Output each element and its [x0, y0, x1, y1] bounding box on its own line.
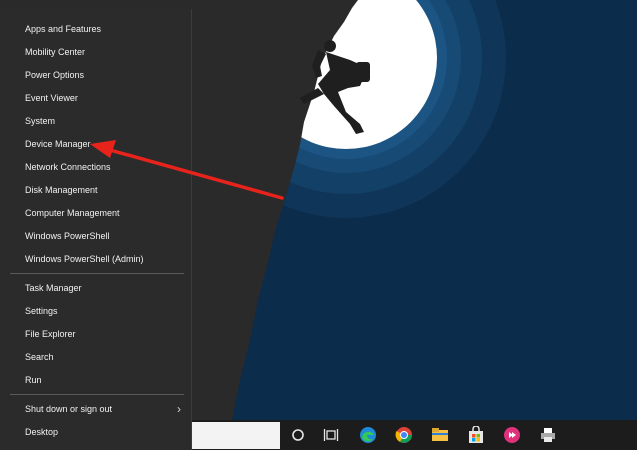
winx-power-user-menu: Apps and Features Mobility Center Power … [0, 9, 192, 450]
menu-item-label: Event Viewer [25, 93, 78, 103]
app-icon[interactable] [500, 423, 524, 447]
menu-item-label: Windows PowerShell (Admin) [25, 254, 144, 264]
menu-item-windows-powershell[interactable]: Windows PowerShell [0, 225, 190, 248]
menu-item-label: System [25, 116, 56, 126]
chevron-right-icon: › [177, 402, 181, 416]
menu-item-label: Apps and Features [25, 24, 102, 34]
menu-separator [10, 273, 184, 274]
store-icon[interactable] [464, 423, 488, 447]
menu-item-apps-and-features[interactable]: Apps and Features [0, 18, 190, 41]
menu-item-label: Desktop [25, 427, 59, 437]
taskbar-search-box[interactable] [192, 422, 280, 449]
menu-item-label: Search [25, 352, 54, 362]
menu-item-label: Mobility Center [25, 47, 86, 57]
menu-item-label: Power Options [25, 70, 85, 80]
menu-item-label: Computer Management [25, 208, 120, 218]
menu-item-power-options[interactable]: Power Options [0, 64, 190, 87]
menu-item-shut-down-or-sign-out[interactable]: Shut down or sign out › [0, 398, 190, 421]
edge-icon[interactable] [356, 423, 380, 447]
menu-item-label: Run [25, 375, 42, 385]
menu-item-label: Shut down or sign out [25, 404, 113, 414]
menu-item-label: Task Manager [25, 283, 82, 293]
taskbar [192, 420, 637, 450]
menu-item-label: Disk Management [25, 185, 98, 195]
menu-item-file-explorer[interactable]: File Explorer [0, 323, 190, 346]
menu-item-label: Windows PowerShell [25, 231, 110, 241]
menu-item-event-viewer[interactable]: Event Viewer [0, 87, 190, 110]
menu-item-device-manager[interactable]: Device Manager [0, 133, 190, 156]
menu-item-task-manager[interactable]: Task Manager [0, 277, 190, 300]
printer-icon[interactable] [536, 423, 560, 447]
menu-separator [10, 394, 184, 395]
chrome-icon[interactable] [392, 423, 416, 447]
menu-item-network-connections[interactable]: Network Connections [0, 156, 190, 179]
menu-item-label: Network Connections [25, 162, 111, 172]
task-view-icon[interactable] [319, 423, 343, 447]
menu-item-label: Device Manager [25, 139, 91, 149]
file-explorer-icon[interactable] [428, 423, 452, 447]
menu-item-computer-management[interactable]: Computer Management [0, 202, 190, 225]
menu-item-search[interactable]: Search [0, 346, 190, 369]
menu-item-settings[interactable]: Settings [0, 300, 190, 323]
menu-item-label: File Explorer [25, 329, 76, 339]
cortana-icon[interactable] [286, 423, 310, 447]
menu-item-run[interactable]: Run [0, 369, 190, 392]
menu-item-label: Settings [25, 306, 58, 316]
menu-item-system[interactable]: System [0, 110, 190, 133]
menu-item-desktop[interactable]: Desktop [0, 421, 190, 444]
menu-item-disk-management[interactable]: Disk Management [0, 179, 190, 202]
menu-item-mobility-center[interactable]: Mobility Center [0, 41, 190, 64]
menu-item-windows-powershell-admin[interactable]: Windows PowerShell (Admin) [0, 248, 190, 271]
